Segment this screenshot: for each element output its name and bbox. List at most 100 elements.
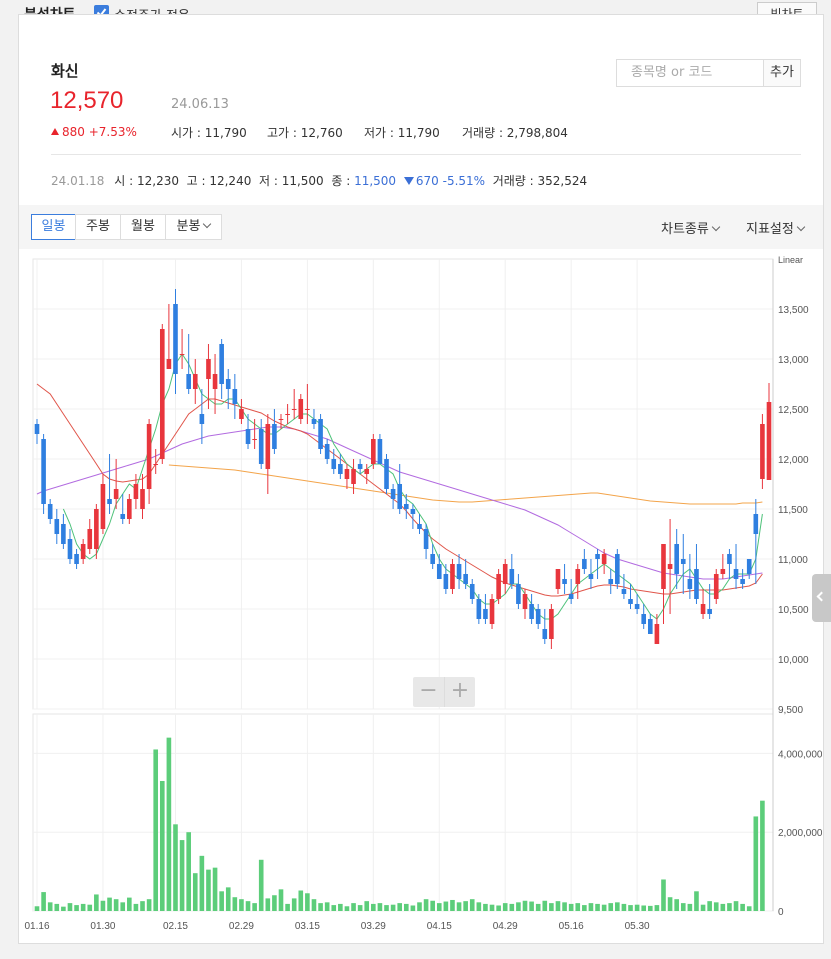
candle xyxy=(502,564,508,584)
candle xyxy=(542,629,548,639)
volume-bar xyxy=(403,903,409,911)
price-tick-label: 10,500 xyxy=(778,605,809,616)
candle xyxy=(94,509,99,549)
candle xyxy=(199,414,205,424)
candle xyxy=(483,609,488,619)
stock-chart[interactable]: 01.16 01.30 02.15 02.29 03.15 03.29 04.15 04.29… xyxy=(19,15,823,943)
candle xyxy=(338,464,343,474)
volume-bar xyxy=(344,906,350,911)
volume-bar xyxy=(140,901,145,911)
candle xyxy=(265,424,271,469)
volume-bar xyxy=(529,901,534,911)
chevron-left-icon xyxy=(816,591,827,602)
candle xyxy=(700,604,706,614)
volume-bar xyxy=(67,903,73,911)
candle xyxy=(549,609,554,639)
volume-bar xyxy=(489,904,495,911)
candle xyxy=(357,464,363,469)
candle xyxy=(245,429,251,444)
volume-bar xyxy=(654,905,660,911)
x-tick-label: 05.16 xyxy=(559,921,584,932)
volume-bar xyxy=(219,891,224,911)
price-tick-label: 13,000 xyxy=(778,355,809,366)
volume-bar xyxy=(278,889,284,911)
zoom-out-button[interactable]: − xyxy=(413,677,444,707)
candle xyxy=(634,604,640,609)
volume-bar xyxy=(542,900,548,911)
candle xyxy=(318,419,323,449)
candle xyxy=(423,529,429,549)
candle xyxy=(740,579,745,584)
volume-bar xyxy=(667,897,673,911)
volume-bar xyxy=(727,903,732,911)
candle xyxy=(469,584,475,599)
candle xyxy=(54,519,60,534)
volume-bar xyxy=(469,899,475,911)
volume-bar xyxy=(232,897,238,911)
candle xyxy=(403,504,409,509)
volume-bar xyxy=(615,902,620,911)
price-tick-label: 13,500 xyxy=(778,305,809,316)
x-tick-label: 03.29 xyxy=(361,921,386,932)
x-tick-label: 02.15 xyxy=(163,921,188,932)
volume-bar xyxy=(364,901,370,911)
candle xyxy=(766,402,772,480)
volume-bar xyxy=(54,903,60,911)
volume-bar xyxy=(357,905,363,911)
volume-bar xyxy=(562,902,567,911)
candle xyxy=(727,554,732,564)
volume-bar xyxy=(700,904,706,911)
volume-bar xyxy=(450,899,455,911)
candle xyxy=(67,539,73,559)
volume-bar xyxy=(252,903,257,911)
candle xyxy=(344,469,350,479)
volume-bar xyxy=(595,903,600,911)
candle xyxy=(305,409,310,410)
candle xyxy=(239,409,244,419)
candle xyxy=(100,484,106,529)
volume-bar xyxy=(199,855,205,911)
candle xyxy=(568,594,574,599)
candle xyxy=(113,489,119,499)
zoom-in-button[interactable]: + xyxy=(444,677,475,707)
candle xyxy=(87,529,93,549)
candle xyxy=(219,344,224,384)
volume-bar xyxy=(522,900,528,911)
volume-bar xyxy=(568,903,574,911)
volume-bar xyxy=(34,906,40,911)
candle xyxy=(667,564,673,569)
volume-bar xyxy=(661,879,666,911)
candle xyxy=(390,489,396,499)
candle xyxy=(615,554,620,584)
candle xyxy=(206,359,211,379)
volume-bar xyxy=(351,903,356,911)
volume-bar xyxy=(476,902,482,911)
candle xyxy=(153,464,159,465)
volume-bar xyxy=(397,903,403,911)
candle xyxy=(496,574,501,599)
volume-bar xyxy=(463,901,468,911)
volume-bar xyxy=(680,903,686,911)
volume-bar xyxy=(206,869,211,911)
candle xyxy=(192,374,198,389)
volume-bar xyxy=(113,899,119,911)
candle xyxy=(371,439,376,464)
candle xyxy=(377,439,383,464)
side-panel-toggle[interactable] xyxy=(812,574,831,622)
volume-bar xyxy=(575,903,581,911)
volume-bar xyxy=(212,867,218,911)
candle xyxy=(674,544,679,574)
volume-bar xyxy=(272,895,277,911)
candle xyxy=(298,399,304,419)
candle xyxy=(489,599,495,624)
candle xyxy=(647,619,653,634)
volume-bar xyxy=(74,905,79,911)
candle xyxy=(159,329,165,459)
candle xyxy=(746,559,752,574)
volume-bar xyxy=(47,902,53,911)
candle xyxy=(34,424,40,434)
candle xyxy=(720,569,726,574)
price-tick-label: 12,500 xyxy=(778,405,809,416)
volume-bar xyxy=(338,903,343,911)
volume-bar xyxy=(291,898,297,911)
